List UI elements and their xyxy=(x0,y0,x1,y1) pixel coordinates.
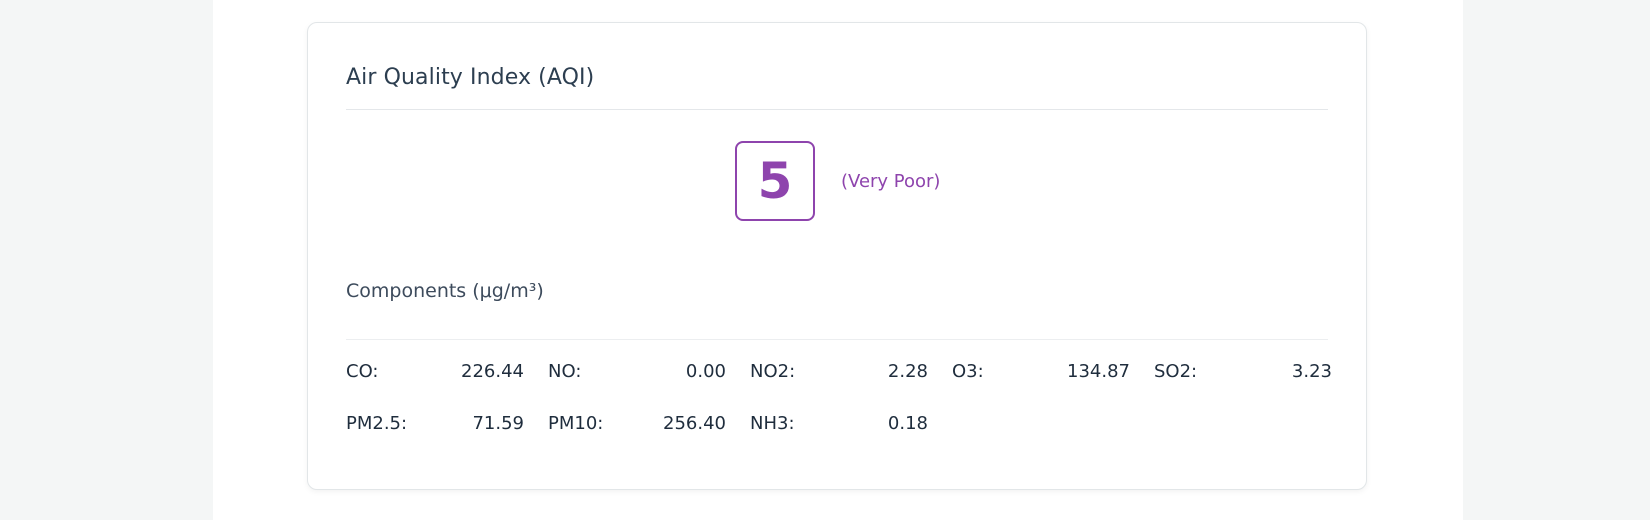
component-value: 0.00 xyxy=(685,361,726,382)
component-name: PM10: xyxy=(548,413,604,434)
card-title: Air Quality Index (AQI) xyxy=(346,65,595,90)
component-co: CO: 226.44 xyxy=(346,361,524,383)
component-no2: NO2: 2.28 xyxy=(750,361,928,383)
components-divider xyxy=(346,339,1328,340)
component-value: 256.40 xyxy=(663,413,726,434)
component-value: 226.44 xyxy=(461,361,524,382)
component-name: NH3: xyxy=(750,413,795,434)
component-no: NO: 0.00 xyxy=(548,361,726,383)
title-divider xyxy=(346,109,1328,110)
component-pm25: PM2.5: 71.59 xyxy=(346,413,524,435)
component-value: 71.59 xyxy=(472,413,524,434)
component-name: CO: xyxy=(346,361,379,382)
component-name: SO2: xyxy=(1154,361,1198,382)
component-nh3: NH3: 0.18 xyxy=(750,413,928,435)
component-name: PM2.5: xyxy=(346,413,408,434)
page-container: Air Quality Index (AQI) 5 (Very Poor) Co… xyxy=(213,0,1463,520)
component-value: 134.87 xyxy=(1067,361,1130,382)
component-name: NO: xyxy=(548,361,582,382)
component-name: O3: xyxy=(952,361,984,382)
aqi-card: Air Quality Index (AQI) 5 (Very Poor) Co… xyxy=(307,22,1367,490)
component-value: 2.28 xyxy=(887,361,928,382)
component-pm10: PM10: 256.40 xyxy=(548,413,726,435)
aqi-value-badge: 5 xyxy=(735,141,815,221)
aqi-quality-label: (Very Poor) xyxy=(841,171,941,192)
component-value: 0.18 xyxy=(887,413,928,434)
component-so2: SO2: 3.23 xyxy=(1154,361,1332,383)
component-value: 3.23 xyxy=(1291,361,1332,382)
component-name: NO2: xyxy=(750,361,796,382)
component-o3: O3: 134.87 xyxy=(952,361,1130,383)
components-title: Components (μg/m³) xyxy=(346,280,544,302)
components-grid: CO: 226.44 NO: 0.00 NO2: 2.28 O3: 134.87… xyxy=(346,361,1332,435)
